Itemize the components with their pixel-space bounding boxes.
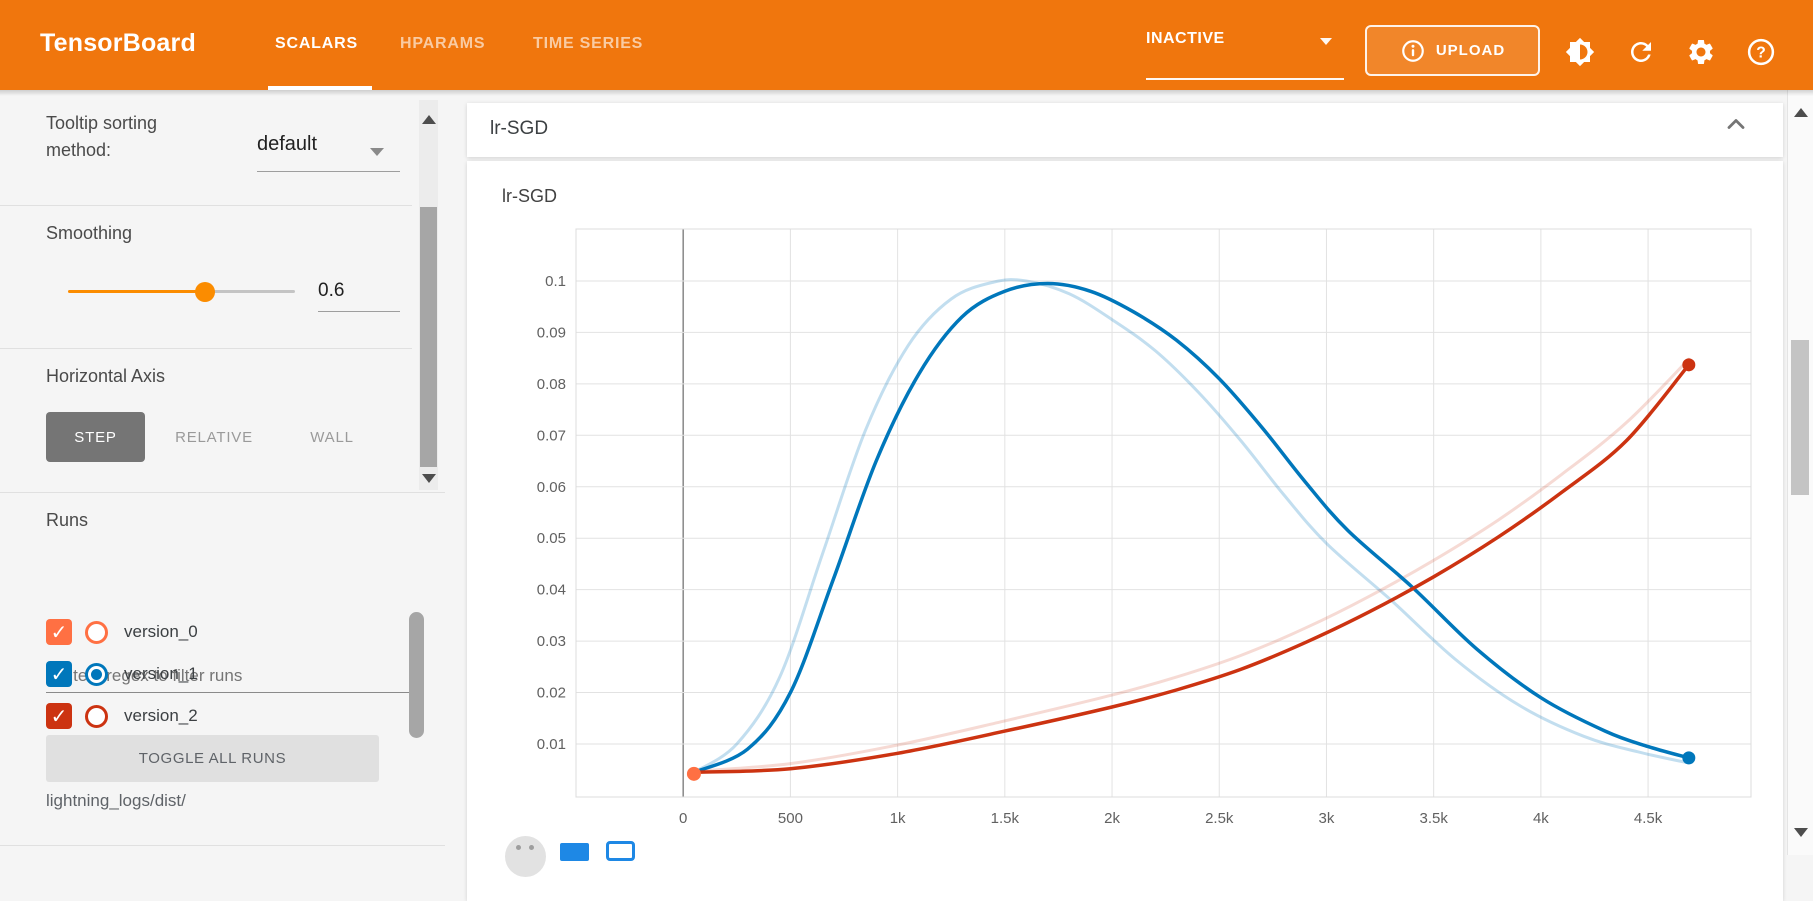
tooltip-sorting-label: Tooltip sorting method: xyxy=(46,110,226,164)
toggle-all-runs-button[interactable]: TOGGLE ALL RUNS xyxy=(46,735,379,782)
run-row: ✓ version_0 xyxy=(46,617,376,647)
smoothing-slider-thumb[interactable] xyxy=(195,282,215,302)
scroll-down-arrow-icon[interactable] xyxy=(422,474,436,483)
svg-text:0.02: 0.02 xyxy=(537,685,566,702)
run-checkbox[interactable]: ✓ xyxy=(46,703,72,729)
sidebar-scrollbar-thumb[interactable] xyxy=(420,207,437,467)
brightness-toggle-button[interactable] xyxy=(1564,36,1596,68)
smoothing-slider-track-active[interactable] xyxy=(68,290,205,293)
gear-icon xyxy=(1686,37,1716,67)
runs-scrollbar-thumb[interactable] xyxy=(409,612,424,738)
settings-button[interactable] xyxy=(1685,36,1717,68)
header-shadow xyxy=(0,90,1813,96)
divider xyxy=(0,845,445,846)
svg-text:0.06: 0.06 xyxy=(537,479,566,496)
tab-time-series[interactable]: TIME SERIES xyxy=(533,35,643,53)
divider xyxy=(0,348,412,349)
chevron-up-icon xyxy=(1722,110,1750,138)
smoothing-slider-track[interactable] xyxy=(205,290,295,293)
scalar-group-card xyxy=(467,103,1783,157)
runs-label: Runs xyxy=(46,510,88,531)
log-directory-path: lightning_logs/dist/ xyxy=(46,791,186,811)
axis-mode-wall[interactable]: WALL xyxy=(290,412,374,462)
help-icon: ? xyxy=(1746,37,1776,67)
run-label: version_0 xyxy=(124,622,198,642)
active-tab-underline xyxy=(268,86,372,90)
pin-card-button[interactable] xyxy=(560,843,589,861)
tab-scalars[interactable]: SCALARS xyxy=(275,35,358,53)
smoothing-value[interactable]: 0.6 xyxy=(318,280,344,302)
status-dropdown[interactable]: INACTIVE xyxy=(1146,30,1344,76)
svg-text:3.5k: 3.5k xyxy=(1419,810,1448,827)
svg-text:1k: 1k xyxy=(890,810,906,827)
upload-button-label: UPLOAD xyxy=(1436,42,1505,59)
svg-text:0.09: 0.09 xyxy=(537,324,566,341)
run-checkbox[interactable]: ✓ xyxy=(46,619,72,645)
svg-text:0.08: 0.08 xyxy=(537,376,566,393)
tooltip-sorting-value: default xyxy=(257,133,317,155)
svg-text:0.05: 0.05 xyxy=(537,530,566,547)
caret-down-icon[interactable] xyxy=(370,148,384,156)
page-scrollbar-thumb[interactable] xyxy=(1791,340,1809,495)
info-icon xyxy=(1400,38,1426,64)
scroll-up-arrow-icon[interactable] xyxy=(1794,108,1808,117)
run-radio[interactable] xyxy=(85,621,108,644)
svg-text:500: 500 xyxy=(778,810,803,827)
fullscreen-card-button[interactable] xyxy=(606,841,635,861)
brightness-icon xyxy=(1565,37,1595,67)
run-checkbox[interactable]: ✓ xyxy=(46,661,72,687)
run-radio[interactable] xyxy=(85,705,108,728)
run-label: version_1 xyxy=(124,664,198,684)
run-radio[interactable] xyxy=(85,663,108,686)
horizontal-axis-label: Horizontal Axis xyxy=(46,366,165,387)
app-logo: TensorBoard xyxy=(40,29,196,58)
collapse-group-button[interactable] xyxy=(1718,106,1754,142)
upload-button[interactable]: UPLOAD xyxy=(1365,25,1540,76)
scalar-group-title: lr-SGD xyxy=(490,118,548,140)
smoothing-label: Smoothing xyxy=(46,223,132,244)
refresh-icon xyxy=(1626,37,1656,67)
refresh-button[interactable] xyxy=(1625,36,1657,68)
divider xyxy=(0,205,412,206)
divider xyxy=(0,492,445,493)
sidebar: Tooltip sorting method: default Smoothin… xyxy=(0,90,445,855)
axis-mode-relative[interactable]: RELATIVE xyxy=(158,412,270,462)
svg-text:4k: 4k xyxy=(1533,810,1549,827)
svg-text:3k: 3k xyxy=(1319,810,1335,827)
help-button[interactable]: ? xyxy=(1745,36,1777,68)
svg-text:0.01: 0.01 xyxy=(537,736,566,753)
svg-text:0.03: 0.03 xyxy=(537,633,566,650)
axis-mode-step[interactable]: STEP xyxy=(46,412,145,462)
svg-text:0.04: 0.04 xyxy=(537,582,566,599)
svg-text:0.07: 0.07 xyxy=(537,427,566,444)
dot-icon xyxy=(529,845,534,850)
svg-text:2.5k: 2.5k xyxy=(1205,810,1234,827)
scroll-up-arrow-icon[interactable] xyxy=(422,115,436,124)
tab-hparams[interactable]: HPARAMS xyxy=(400,35,485,53)
svg-text:1.5k: 1.5k xyxy=(991,810,1020,827)
svg-text:2k: 2k xyxy=(1104,810,1120,827)
run-label: version_2 xyxy=(124,706,198,726)
app-header: TensorBoard SCALARS HPARAMS TIME SERIES … xyxy=(0,0,1813,90)
status-dropdown-value: INACTIVE xyxy=(1146,30,1225,47)
svg-text:0: 0 xyxy=(679,810,687,827)
run-row: ✓ version_2 xyxy=(46,701,376,731)
scalar-chart-svg[interactable]: 0 500 1k 1.5k 2k 2.5k 3k 3.5k 4k 4.5k 0.01 0.02 0.03… xyxy=(460,165,1787,855)
scroll-down-arrow-icon[interactable] xyxy=(1794,828,1808,837)
svg-text:0.1: 0.1 xyxy=(545,273,566,290)
svg-text:4.5k: 4.5k xyxy=(1634,810,1663,827)
caret-down-icon xyxy=(1320,38,1332,45)
svg-text:?: ? xyxy=(1756,45,1766,62)
card-overflow-menu-button[interactable] xyxy=(505,836,546,877)
tooltip-sorting-dropdown[interactable]: default xyxy=(257,133,317,156)
run-row: ✓ version_1 xyxy=(46,659,376,689)
dot-icon xyxy=(516,845,521,850)
